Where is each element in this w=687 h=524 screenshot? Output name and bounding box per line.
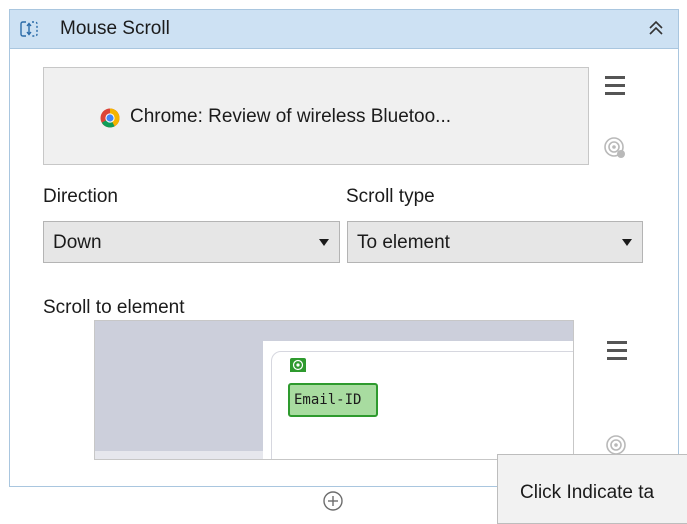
highlighted-element: Email-ID — [288, 383, 378, 417]
chrome-icon — [100, 108, 120, 128]
preview-footer-strip — [95, 451, 263, 459]
tooltip-text: Click Indicate ta — [520, 482, 655, 503]
scroll-type-label: Scroll type — [346, 186, 435, 207]
preview-topbar — [263, 321, 573, 341]
activity-title: Mouse Scroll — [60, 18, 170, 39]
double-chevron-up-icon[interactable] — [646, 18, 666, 38]
target-options-menu-button[interactable] — [600, 73, 630, 99]
dropdown-arrow-icon — [319, 239, 329, 246]
target-window-selector[interactable]: Chrome: Review of wireless Bluetoo... — [43, 67, 589, 165]
target-icon — [292, 359, 304, 371]
direction-dropdown[interactable]: Down — [43, 221, 340, 263]
preview-sidebar — [95, 321, 263, 459]
mouse-scroll-icon — [20, 21, 38, 37]
highlighted-element-text: Email-ID — [294, 392, 362, 408]
scroll-to-element-label: Scroll to element — [43, 297, 185, 318]
scroll-type-dropdown[interactable]: To element — [347, 221, 643, 263]
activity-header[interactable]: Mouse Scroll — [10, 10, 678, 49]
direction-value: Down — [53, 232, 102, 253]
direction-label: Direction — [43, 186, 118, 207]
add-activity-icon[interactable] — [322, 490, 344, 512]
dropdown-arrow-icon — [622, 239, 632, 246]
scroll-type-value: To element — [357, 232, 450, 253]
element-anchor-icon — [290, 358, 306, 372]
target-window-text: Chrome: Review of wireless Bluetoo... — [130, 106, 452, 127]
indicate-target-icon[interactable] — [603, 136, 627, 160]
element-options-menu-button[interactable] — [602, 338, 632, 364]
